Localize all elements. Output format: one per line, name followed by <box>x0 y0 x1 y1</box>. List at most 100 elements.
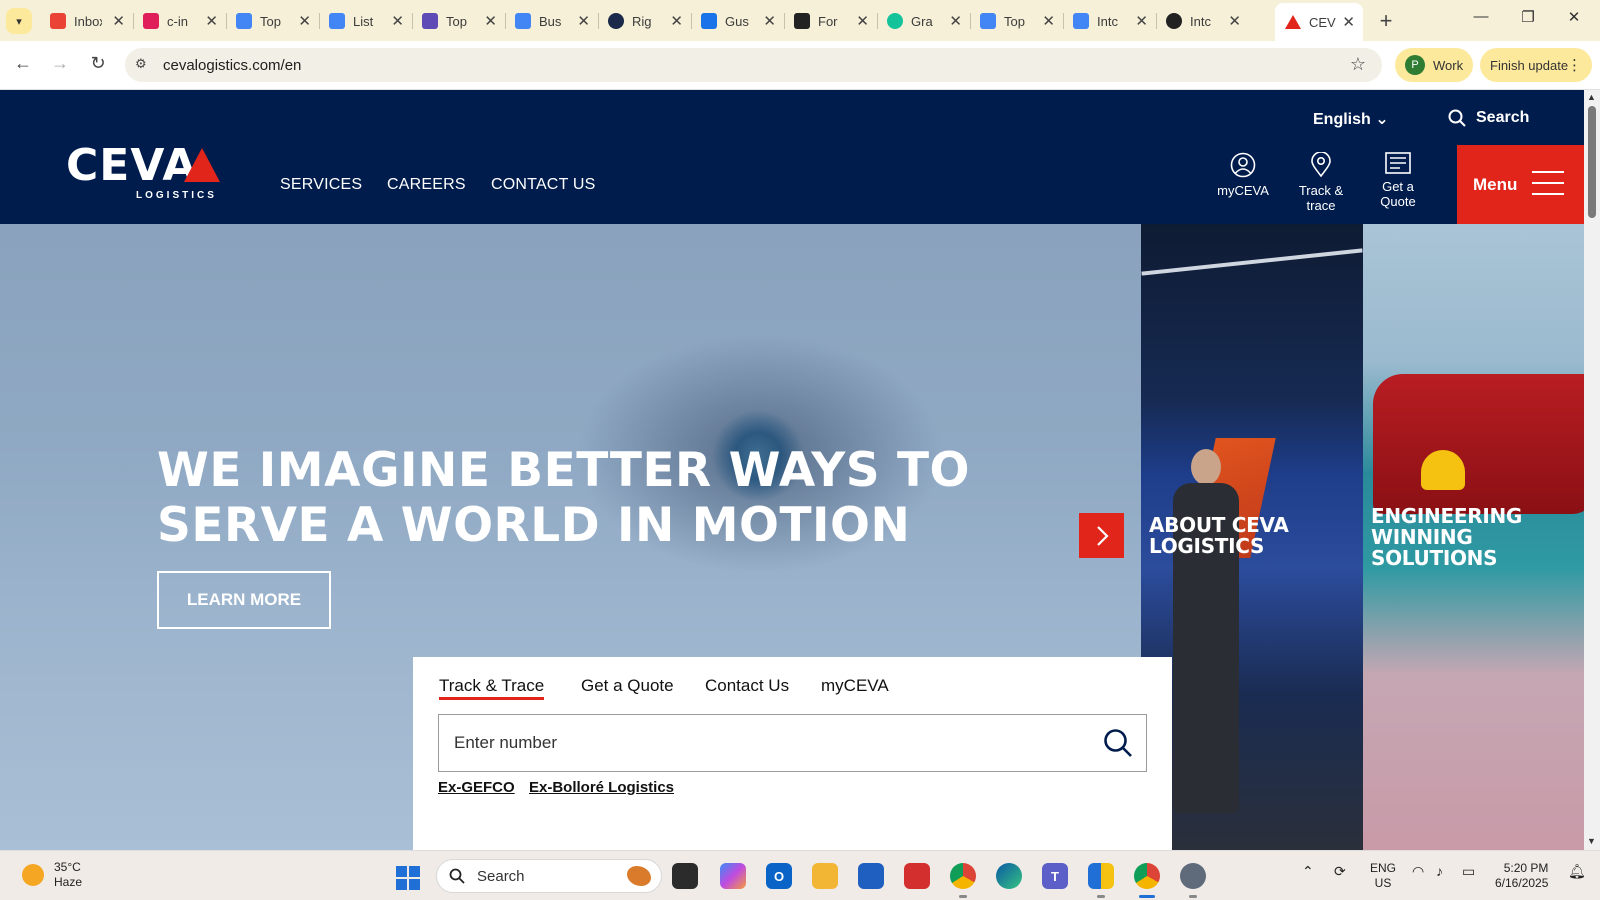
new-tab-button[interactable]: + <box>1373 8 1399 34</box>
sync-icon[interactable]: ⟳ <box>1334 863 1346 880</box>
close-icon[interactable]: ✕ <box>856 12 869 30</box>
tab-ceva-active[interactable]: CEV ✕ <box>1275 3 1363 41</box>
close-icon[interactable]: ✕ <box>1342 13 1355 31</box>
tab-grammarly[interactable]: Gra ✕ <box>877 6 970 36</box>
scroll-up-icon[interactable]: ▲ <box>1587 92 1596 102</box>
carousel-next-button[interactable] <box>1079 513 1124 558</box>
copilot-icon[interactable] <box>720 863 746 889</box>
windows-start-icon[interactable] <box>396 866 420 890</box>
nav-services[interactable]: SERVICES <box>280 176 362 194</box>
task-view-icon[interactable] <box>672 863 698 889</box>
minimize-icon[interactable]: — <box>1471 8 1491 25</box>
tab-doc-4[interactable]: Top ✕ <box>970 6 1063 36</box>
language-selector[interactable]: English ⌄ <box>1313 109 1389 129</box>
clock[interactable]: 5:20 PM 6/16/2025 <box>1495 861 1548 891</box>
menu-button[interactable]: Menu <box>1457 145 1584 224</box>
tab-doc-1[interactable]: Top ✕ <box>226 6 319 36</box>
tab-flower[interactable]: For ✕ <box>784 6 877 36</box>
tab-doc-2[interactable]: List ✕ <box>319 6 412 36</box>
clock-date: 6/16/2025 <box>1495 876 1549 890</box>
tab-doc-3[interactable]: Bus ✕ <box>505 6 598 36</box>
tab-get-quote[interactable]: Get a Quote <box>581 676 674 696</box>
outlook-icon[interactable]: O <box>766 863 792 889</box>
settings-gear-icon[interactable] <box>1180 863 1206 898</box>
tab-track-trace[interactable]: Track & Trace <box>439 676 545 700</box>
profile-chip[interactable]: P Work <box>1395 48 1473 82</box>
close-icon[interactable]: ✕ <box>1228 12 1241 30</box>
restore-icon[interactable]: ❐ <box>1518 8 1538 26</box>
close-icon[interactable]: ✕ <box>112 12 125 30</box>
tracking-number-input[interactable] <box>438 714 1147 772</box>
weather-widget[interactable]: 35°C Haze <box>22 860 82 890</box>
scrollbar-thumb[interactable] <box>1588 106 1596 218</box>
window-close-icon[interactable]: ✕ <box>1564 8 1584 26</box>
tab-slack[interactable]: c-in ✕ <box>133 6 226 36</box>
taskbar-search[interactable]: Search <box>436 859 662 893</box>
link-ex-gefco[interactable]: Ex-GEFCO <box>438 779 515 796</box>
close-icon[interactable]: ✕ <box>577 12 590 30</box>
link-ex-bollore[interactable]: Ex-Bolloré Logistics <box>529 779 674 796</box>
nav-careers[interactable]: CAREERS <box>387 176 466 194</box>
butterfly-icon <box>627 866 651 886</box>
security-shield-icon[interactable] <box>1088 863 1114 898</box>
omnibox[interactable]: ⚙ cevalogistics.com/en ☆ <box>125 48 1382 82</box>
forward-icon[interactable]: → <box>48 53 72 74</box>
close-icon[interactable]: ✕ <box>949 12 962 30</box>
close-icon[interactable]: ✕ <box>670 12 683 30</box>
tab-openai[interactable]: Intc ✕ <box>1156 6 1249 36</box>
slack-icon <box>143 13 159 29</box>
chevron-up-icon[interactable]: ⌃ <box>1302 863 1314 880</box>
notification-bell-icon[interactable]: 🔔︎ <box>1568 863 1586 880</box>
file-explorer-icon[interactable] <box>812 863 838 889</box>
bookmark-star-icon[interactable]: ☆ <box>1350 54 1366 75</box>
store-icon[interactable] <box>858 863 884 889</box>
learn-more-button[interactable]: LEARN MORE <box>157 571 331 629</box>
reload-icon[interactable]: ↻ <box>86 53 110 74</box>
close-icon[interactable]: ✕ <box>1042 12 1055 30</box>
close-icon[interactable]: ✕ <box>484 12 497 30</box>
search-icon <box>1448 109 1466 127</box>
more-menu-icon[interactable]: ⋮ <box>1567 56 1582 74</box>
ceva-icon <box>1285 15 1301 29</box>
input-language-indicator[interactable]: ENG US <box>1370 861 1396 891</box>
edge-icon[interactable] <box>996 863 1022 889</box>
finish-update-button[interactable]: Finish update ⋮ <box>1480 48 1592 82</box>
site-search-button[interactable]: Search <box>1448 109 1529 127</box>
quick-link-myceva[interactable]: myCEVA <box>1208 152 1278 198</box>
tab-edit[interactable]: Gus ✕ <box>691 6 784 36</box>
scroll-down-icon[interactable]: ▼ <box>1587 836 1596 846</box>
quick-link-get-quote[interactable]: Get a Quote <box>1363 152 1433 209</box>
tab-gmail[interactable]: Inbox ✕ <box>40 6 133 36</box>
nav-contact-us[interactable]: CONTACT US <box>491 176 596 194</box>
close-icon[interactable]: ✕ <box>205 12 218 30</box>
chrome-work-icon[interactable] <box>1134 863 1160 898</box>
teams-icon[interactable]: T <box>1042 863 1068 889</box>
site-info-icon[interactable]: ⚙ <box>135 56 147 72</box>
side-card-about[interactable]: ABOUT CEVA LOGISTICS <box>1141 224 1363 850</box>
side-card-engineering[interactable]: ENGINEERING WINNING SOLUTIONS <box>1363 224 1584 850</box>
tab-myceva[interactable]: myCEVA <box>821 676 889 696</box>
tab-q[interactable]: Rig ✕ <box>598 6 691 36</box>
close-icon[interactable]: ✕ <box>391 12 404 30</box>
search-icon[interactable] <box>1103 728 1133 758</box>
close-icon[interactable]: ✕ <box>1135 12 1148 30</box>
chrome-icon[interactable] <box>950 863 976 898</box>
ceva-logo[interactable]: CEVA LOGISTICS <box>66 144 220 201</box>
close-icon[interactable]: ✕ <box>298 12 311 30</box>
tab-play[interactable]: Top ✕ <box>412 6 505 36</box>
quick-link-track-trace[interactable]: Track & trace <box>1286 152 1356 213</box>
tab-title: Rig <box>632 13 652 29</box>
volume-icon[interactable]: ♪ <box>1436 863 1443 879</box>
tab-doc-5[interactable]: Intc ✕ <box>1063 6 1156 36</box>
url-text[interactable]: cevalogistics.com/en <box>163 57 301 74</box>
back-icon[interactable]: ← <box>11 53 35 74</box>
side-card-label: ABOUT CEVA LOGISTICS <box>1149 513 1289 558</box>
gift-icon[interactable] <box>904 863 930 889</box>
haze-icon <box>22 864 44 886</box>
close-icon[interactable]: ✕ <box>763 12 776 30</box>
wifi-icon[interactable]: ◠ <box>1412 863 1424 880</box>
tab-search-button[interactable]: ▾ <box>6 8 32 34</box>
page-scrollbar[interactable]: ▲ ▼ <box>1584 90 1600 850</box>
tab-contact-us[interactable]: Contact Us <box>705 676 789 696</box>
battery-icon[interactable]: ▭ <box>1462 863 1475 880</box>
